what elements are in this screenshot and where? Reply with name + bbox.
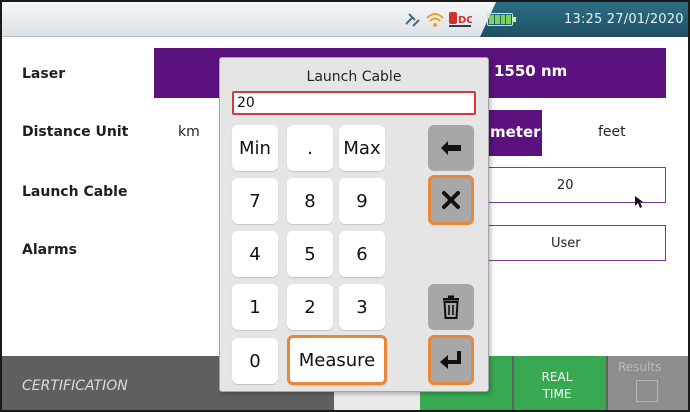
network-icon	[405, 13, 420, 27]
enter-arrow-icon	[440, 351, 461, 369]
key-9[interactable]: 9	[339, 178, 385, 224]
key-dot[interactable]: .	[287, 125, 333, 171]
key-3[interactable]: 3	[339, 284, 385, 330]
alarms-value: User	[551, 235, 581, 251]
screen-frame: DC 13:25 27/01/2020 Laser 1550 nm Distan…	[0, 0, 690, 412]
key-5[interactable]: 5	[287, 231, 333, 277]
results-label: Results	[618, 360, 662, 374]
close-icon	[442, 191, 460, 209]
realtime-line2: TIME	[542, 387, 572, 401]
measure-button[interactable]: Measure	[287, 335, 387, 385]
status-bar: DC 13:25 27/01/2020	[2, 2, 688, 37]
keypad-entry-field[interactable]: 20	[232, 91, 476, 115]
distance-unit-km[interactable]: km	[178, 124, 200, 140]
laser-value: 1550 nm	[494, 62, 568, 80]
clock-display: 13:25 27/01/2020	[564, 12, 684, 27]
clear-button[interactable]	[428, 175, 474, 225]
mouse-cursor-icon	[635, 196, 643, 208]
svg-text:DC: DC	[458, 15, 472, 26]
alarms-label: Alarms	[22, 242, 77, 258]
key-8[interactable]: 8	[287, 178, 333, 224]
backspace-arrow-icon	[441, 141, 461, 155]
launch-cable-label: Launch Cable	[22, 184, 128, 200]
key-max[interactable]: Max	[339, 125, 385, 171]
battery-icon	[487, 13, 516, 26]
key-min[interactable]: Min	[232, 125, 278, 171]
launch-cable-keypad-dialog: Launch Cable 20 Min . Max 7 8 9 4 5 6 1 …	[219, 57, 489, 392]
distance-unit-label: Distance Unit	[22, 124, 129, 140]
key-2[interactable]: 2	[287, 284, 333, 330]
delete-button[interactable]	[428, 284, 474, 330]
dialog-title: Launch Cable	[306, 69, 402, 85]
enter-button[interactable]	[428, 335, 474, 385]
backspace-button[interactable]	[428, 125, 474, 171]
wifi-icon	[426, 13, 444, 27]
key-1[interactable]: 1	[232, 284, 278, 330]
distance-unit-feet[interactable]: feet	[598, 124, 626, 140]
key-0[interactable]: 0	[232, 338, 278, 384]
launch-cable-value: 20	[557, 177, 574, 193]
key-4[interactable]: 4	[232, 231, 278, 277]
laser-label: Laser	[22, 66, 66, 82]
trash-icon	[443, 295, 459, 319]
distance-unit-meter: meter	[490, 123, 541, 141]
key-7[interactable]: 7	[232, 178, 278, 224]
realtime-line1: REAL	[541, 370, 573, 384]
realtime-label: REAL TIME	[534, 369, 580, 403]
key-6[interactable]: 6	[339, 231, 385, 277]
dc-power-icon: DC	[449, 12, 472, 27]
results-chart-icon	[636, 380, 658, 402]
certification-tab[interactable]: CERTIFICATION	[22, 378, 128, 394]
